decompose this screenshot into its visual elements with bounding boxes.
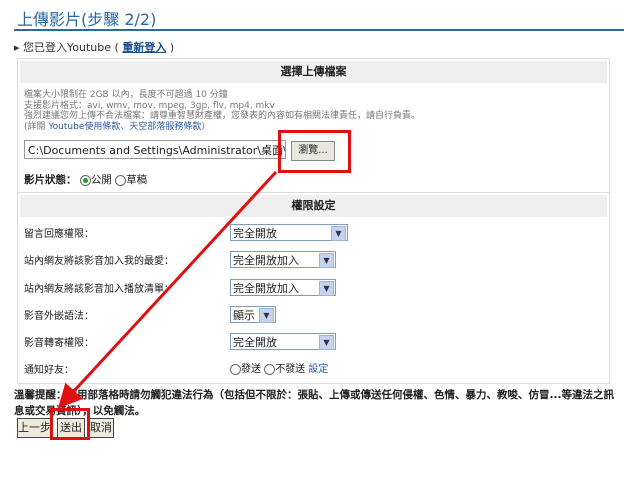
arrow-line <box>57 170 278 409</box>
annotation-arrow <box>57 170 278 409</box>
